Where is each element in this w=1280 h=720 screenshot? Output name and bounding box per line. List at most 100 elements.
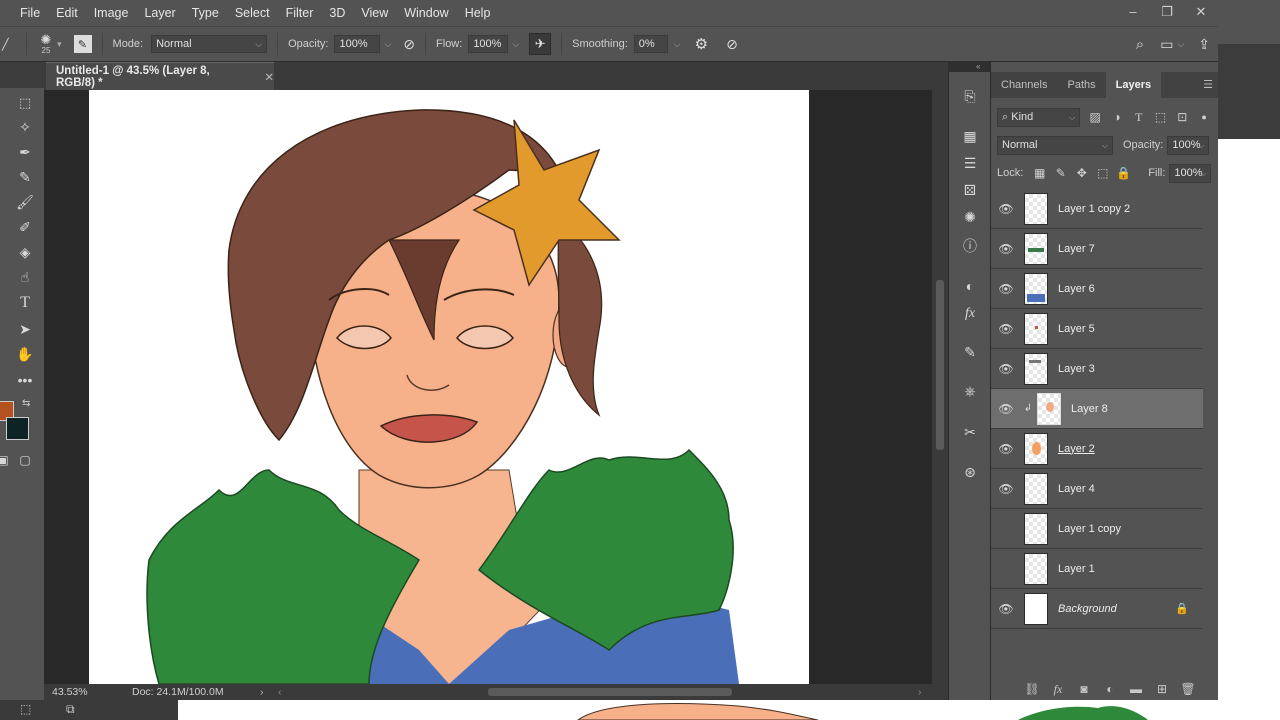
background-color-swatch[interactable] — [6, 417, 29, 440]
restore-icon[interactable]: ❐ — [1150, 0, 1184, 26]
brush-settings-icon[interactable]: ✎ — [960, 342, 980, 362]
tab-paths[interactable]: Paths — [1057, 72, 1105, 98]
new-group-icon[interactable]: ▬ — [1123, 682, 1149, 696]
brush-preset-picker[interactable]: ✺ 25 — [35, 33, 57, 55]
blend-mode-dropdown[interactable]: Normal ⌵ — [997, 135, 1113, 155]
hand-tool-icon[interactable]: ✋ — [14, 343, 36, 365]
navigator-icon[interactable]: ✺ — [960, 207, 980, 227]
chevron-down-icon[interactable]: ⌵ — [1177, 39, 1184, 50]
brush-tool-icon[interactable]: ╱ — [2, 38, 18, 51]
smudge-tool-icon[interactable]: ☝ — [14, 266, 36, 288]
layer-style-icon[interactable]: fx — [1045, 682, 1071, 697]
pressure-size-icon[interactable]: ⊘ — [726, 36, 738, 53]
layer-row[interactable]: Layer 1 — [991, 549, 1203, 589]
search-icon[interactable]: ⌕ — [1136, 36, 1144, 53]
history-icon[interactable]: ⎘ — [960, 86, 980, 106]
visibility-eye-icon[interactable]: 👁 — [991, 442, 1021, 456]
visibility-eye-icon[interactable]: 👁 — [991, 362, 1021, 376]
layer-row[interactable]: 👁 Layer 4 — [991, 469, 1203, 509]
chevron-left-icon[interactable]: ‹ — [278, 686, 282, 698]
quick-mask-icon[interactable]: ▢ — [14, 449, 36, 471]
layer-name[interactable]: Layer 1 — [1058, 563, 1095, 575]
artboard-icon[interactable]: ⬚ — [20, 702, 31, 716]
screen-mode-icon[interactable]: ⧉ — [66, 702, 75, 717]
visibility-eye-icon[interactable]: 👁 — [991, 282, 1021, 296]
layer-row[interactable]: 👁 Layer 5 — [991, 309, 1203, 349]
layer-row[interactable]: 👁 Layer 3 — [991, 349, 1203, 389]
layer-name[interactable]: Layer 5 — [1058, 323, 1095, 335]
tools-presets-icon[interactable]: ✂ — [960, 422, 980, 442]
minimize-icon[interactable]: – — [1116, 0, 1150, 26]
menu-view[interactable]: View — [353, 0, 396, 26]
screen-mode-icon[interactable]: ▣ — [0, 449, 14, 471]
layer-row[interactable]: 👁 Layer 2 — [991, 429, 1203, 469]
layer-row[interactable]: 👁 Background 🔒 — [991, 589, 1203, 629]
filter-smart-object-icon[interactable]: ⊡ — [1171, 110, 1193, 124]
path-select-tool-icon[interactable]: ➤ — [14, 318, 36, 340]
tab-layers[interactable]: Layers — [1105, 72, 1162, 98]
layer-opacity-input[interactable]: 100% ⌵ — [1167, 135, 1210, 155]
link-layers-icon[interactable]: ⛓ — [1019, 682, 1045, 696]
panel-collapse-bar[interactable]: « — [948, 62, 990, 72]
trash-icon[interactable]: 🗑 — [1175, 682, 1201, 696]
clone-source-icon[interactable]: ⎈ — [960, 381, 980, 401]
marquee-tool-icon[interactable]: ⬚ — [14, 92, 36, 114]
menu-file[interactable]: File — [0, 0, 48, 26]
tab-channels[interactable]: Channels — [991, 72, 1057, 98]
layer-row[interactable]: 👁 Layer 6 — [991, 269, 1203, 309]
pressure-opacity-icon[interactable]: ⊘ — [403, 36, 415, 53]
layer-row-selected[interactable]: 👁 ↲ Layer 8 — [991, 389, 1203, 429]
layer-name[interactable]: Layer 1 copy 2 — [1058, 203, 1130, 215]
menu-select[interactable]: Select — [227, 0, 278, 26]
libraries-icon[interactable]: ⚄ — [960, 180, 980, 200]
menu-3d[interactable]: 3D — [321, 0, 353, 26]
layer-name[interactable]: Layer 1 copy — [1058, 523, 1121, 535]
filter-toggle-icon[interactable]: ● — [1193, 112, 1215, 122]
filter-shape-icon[interactable]: ⬚ — [1150, 110, 1172, 124]
menu-image[interactable]: Image — [86, 0, 137, 26]
document-tab[interactable]: Untitled-1 @ 43.5% (Layer 8, RGB/8) * ✕ — [46, 62, 274, 90]
filter-adjustment-icon[interactable]: ◑ — [1106, 110, 1128, 124]
fill-input[interactable]: 100% ⌵ — [1169, 163, 1212, 183]
visibility-eye-icon[interactable]: 👁 — [991, 602, 1021, 616]
collapse-icon[interactable]: « — [976, 62, 980, 71]
eyedropper-tool-icon[interactable]: ✒ — [14, 141, 36, 163]
history-brush-tool-icon[interactable]: ✐ — [14, 216, 36, 238]
vertical-scrollbar-thumb[interactable] — [936, 280, 944, 450]
visibility-eye-icon[interactable]: 👁 — [991, 402, 1021, 416]
creative-cloud-icon[interactable]: ⊛ — [960, 462, 980, 482]
opacity-input[interactable]: 100% — [334, 35, 381, 53]
adjustments-icon[interactable]: ☰ — [960, 153, 980, 173]
paint-bucket-tool-icon[interactable]: ◈ — [14, 241, 36, 263]
menu-layer[interactable]: Layer — [136, 0, 183, 26]
layer-row[interactable]: 👁 Layer 7 — [991, 229, 1203, 269]
lock-position-icon[interactable]: ✥ — [1071, 166, 1092, 180]
chevron-down-icon[interactable]: ⌵ — [674, 39, 681, 50]
swatches-icon[interactable]: ▦ — [960, 126, 980, 146]
chevron-right-icon[interactable]: › — [918, 686, 922, 698]
layer-row[interactable]: 👁 Layer 1 copy 2 — [991, 189, 1203, 229]
styles-icon[interactable]: fx — [960, 304, 980, 324]
brush-tool-icon[interactable]: 🖌 — [14, 191, 36, 213]
more-tools-icon[interactable]: ••• — [14, 369, 36, 391]
lock-all-icon[interactable]: 🔒 — [1113, 166, 1134, 180]
layer-name[interactable]: Background — [1058, 603, 1117, 615]
airbrush-icon[interactable]: ✈ — [529, 33, 552, 55]
add-mask-icon[interactable]: ◙ — [1071, 682, 1097, 696]
menu-window[interactable]: Window — [396, 0, 456, 26]
canvas-area[interactable] — [44, 90, 932, 684]
workspace-icon[interactable]: ▭ — [1160, 36, 1173, 53]
chevron-right-icon[interactable]: › — [260, 686, 264, 698]
layer-name[interactable]: Layer 8 — [1071, 403, 1108, 415]
menu-edit[interactable]: Edit — [48, 0, 86, 26]
chevron-down-icon[interactable]: ⌵ — [512, 39, 519, 50]
swap-colors-icon[interactable]: ⇆ — [22, 398, 30, 409]
menu-help[interactable]: Help — [457, 0, 499, 26]
pencil-tool-icon[interactable]: ✎ — [14, 166, 36, 188]
visibility-eye-icon[interactable]: 👁 — [991, 482, 1021, 496]
color-icon[interactable]: ◐ — [960, 276, 980, 296]
vertical-scrollbar[interactable] — [932, 90, 948, 684]
visibility-eye-icon[interactable]: 👁 — [991, 242, 1021, 256]
lock-artboard-icon[interactable]: ⬚ — [1092, 166, 1113, 180]
filter-kind-dropdown[interactable]: ⌕ Kind ⌵ — [997, 107, 1081, 127]
